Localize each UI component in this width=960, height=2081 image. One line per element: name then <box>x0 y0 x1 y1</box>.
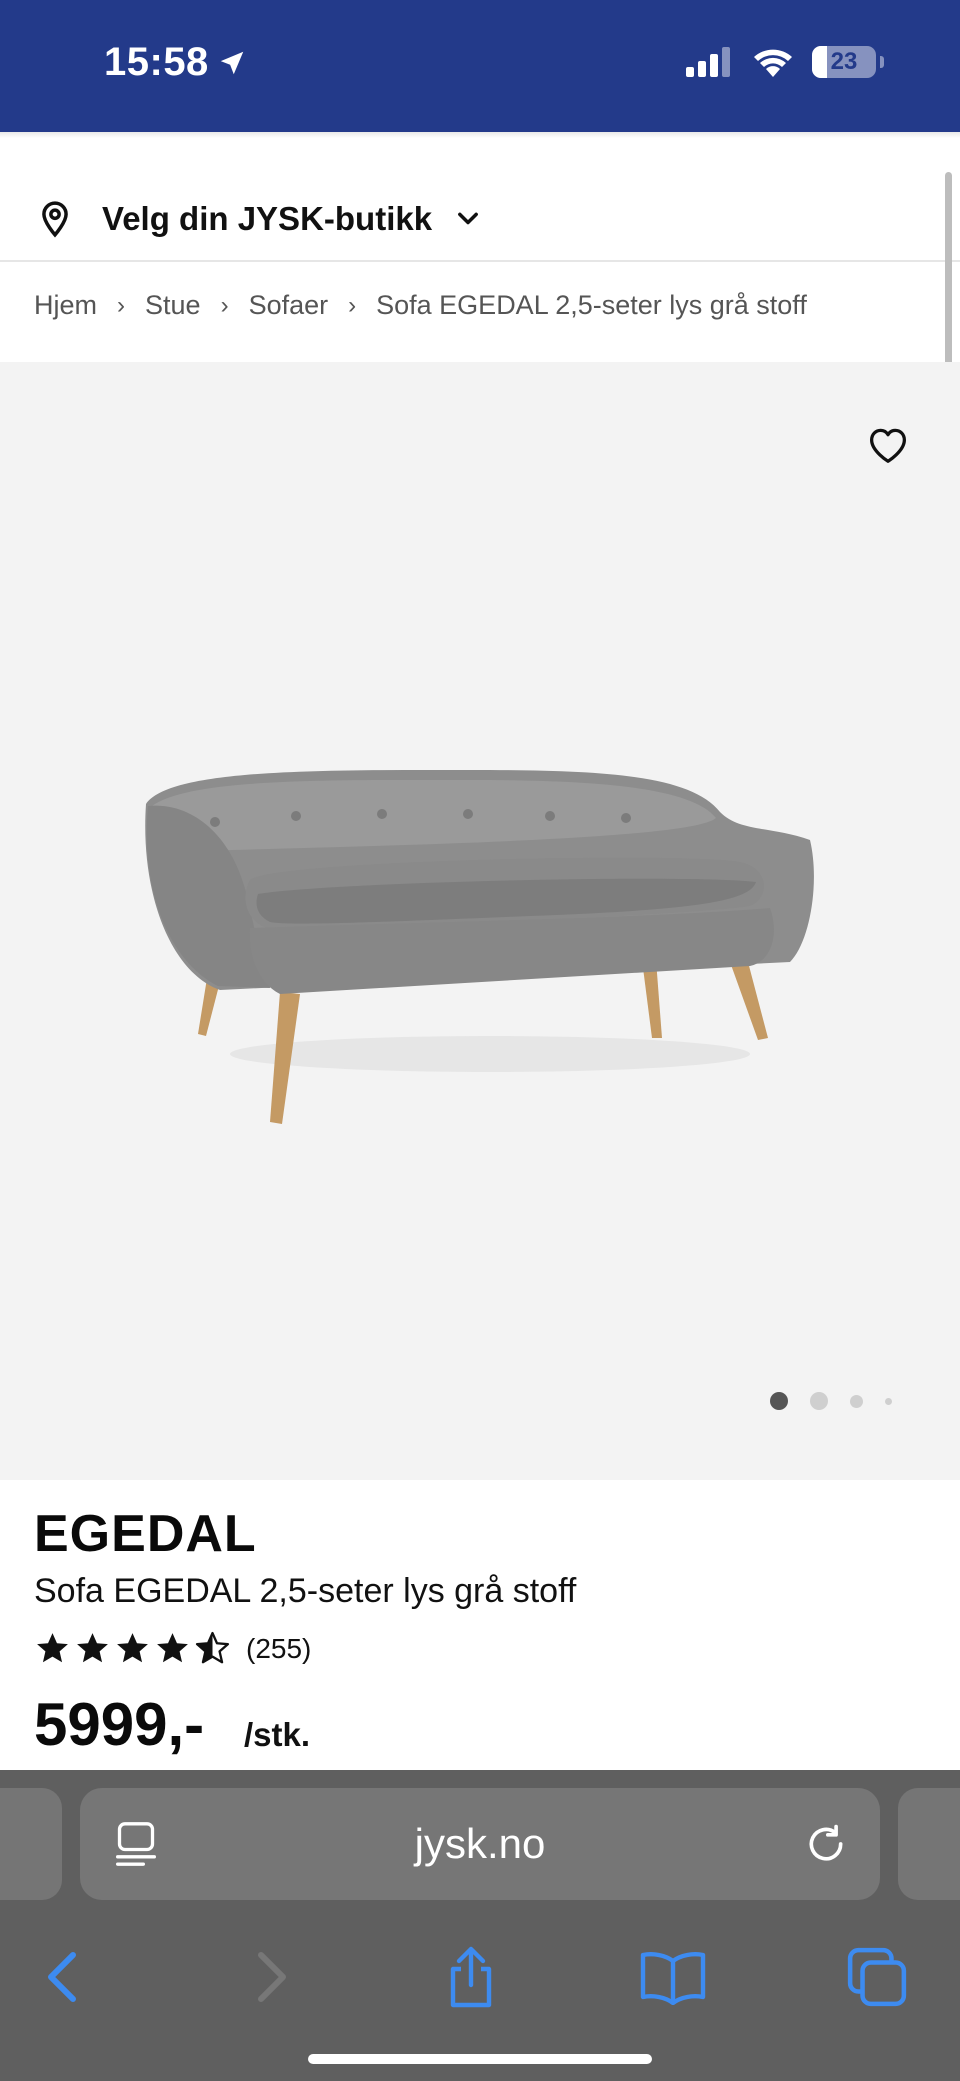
clock: 15:58 <box>104 40 209 84</box>
bookmarks-button[interactable] <box>638 1942 708 2012</box>
forward-button[interactable] <box>236 1942 306 2012</box>
review-count[interactable]: (255) <box>246 1633 311 1665</box>
star-filled-icon <box>117 1633 148 1663</box>
battery-indicator: 23 <box>812 46 884 78</box>
page-scrollbar[interactable] <box>945 172 952 368</box>
star-filled-icon <box>77 1633 108 1663</box>
status-icons: 23 <box>686 46 884 78</box>
breadcrumb: Hjem › Stue › Sofaer › Sofa EGEDAL 2,5-s… <box>34 290 807 321</box>
browser-nav-row <box>0 1920 960 2030</box>
gallery-pagination[interactable] <box>770 1392 892 1410</box>
share-button[interactable] <box>436 1942 506 2012</box>
product-brand: EGEDAL <box>34 1505 257 1563</box>
price-unit: /stk. <box>244 1716 311 1753</box>
address-bar[interactable]: jysk.no <box>80 1788 880 1900</box>
next-tab-peek[interactable] <box>898 1788 960 1900</box>
breadcrumb-item-hjem[interactable]: Hjem <box>34 290 97 321</box>
tabs-button[interactable] <box>842 1942 912 2012</box>
gallery-dot-active[interactable] <box>770 1392 788 1410</box>
location-pin-icon <box>42 201 68 238</box>
product-image-sofa <box>145 769 814 1124</box>
product-rating[interactable]: (255) <box>34 1630 311 1667</box>
chevron-left-icon <box>48 1952 76 2002</box>
location-arrow-icon <box>220 51 244 74</box>
wifi-icon <box>754 49 792 77</box>
product-price: 5999,- <box>34 1691 205 1758</box>
star-half-icon <box>195 1631 230 1664</box>
breadcrumb-separator-icon: › <box>117 291 126 319</box>
product-image-gallery[interactable] <box>0 362 960 1480</box>
back-button[interactable] <box>28 1942 98 2012</box>
status-time: 15:58 <box>104 40 247 85</box>
browser-toolbar: jysk.no <box>0 1770 960 2081</box>
heart-icon[interactable] <box>866 424 910 464</box>
header-shadow <box>0 132 960 138</box>
url-text[interactable]: jysk.no <box>415 1820 546 1868</box>
product-info: EGEDAL Sofa EGEDAL 2,5-seter lys grå sto… <box>0 1480 960 1770</box>
battery-level: 23 <box>830 48 858 75</box>
breadcrumb-item-current: Sofa EGEDAL 2,5-seter lys grå stoff <box>376 290 807 320</box>
breadcrumb-separator-icon: › <box>348 291 357 319</box>
store-selector-label: Velg din JYSK-butikk <box>102 200 433 237</box>
gallery-dot[interactable] <box>850 1394 863 1408</box>
breadcrumb-separator-icon: › <box>220 291 229 319</box>
breadcrumb-item-stue[interactable]: Stue <box>145 290 201 321</box>
share-icon <box>450 1946 492 2008</box>
home-indicator[interactable] <box>308 2054 652 2064</box>
product-title: Sofa EGEDAL 2,5-seter lys grå stoff <box>34 1572 577 1610</box>
star-filled-icon <box>37 1633 68 1663</box>
chevron-right-icon <box>258 1952 286 2002</box>
book-icon <box>640 1952 706 2005</box>
gallery-dot[interactable] <box>885 1397 892 1405</box>
status-bar: 15:58 23 <box>0 0 960 132</box>
breadcrumb-item-sofaer[interactable]: Sofaer <box>249 290 329 321</box>
star-filled-icon <box>157 1633 188 1663</box>
gallery-dot[interactable] <box>810 1392 828 1410</box>
chevron-down-icon <box>458 212 478 225</box>
previous-tab-peek[interactable] <box>0 1788 62 1900</box>
cellular-signal-icon <box>686 47 730 77</box>
reload-icon[interactable] <box>804 1822 848 1866</box>
tabs-icon <box>847 1947 907 2007</box>
store-selector[interactable]: Velg din JYSK-butikk <box>0 178 960 262</box>
reader-mode-icon[interactable] <box>114 1820 158 1868</box>
